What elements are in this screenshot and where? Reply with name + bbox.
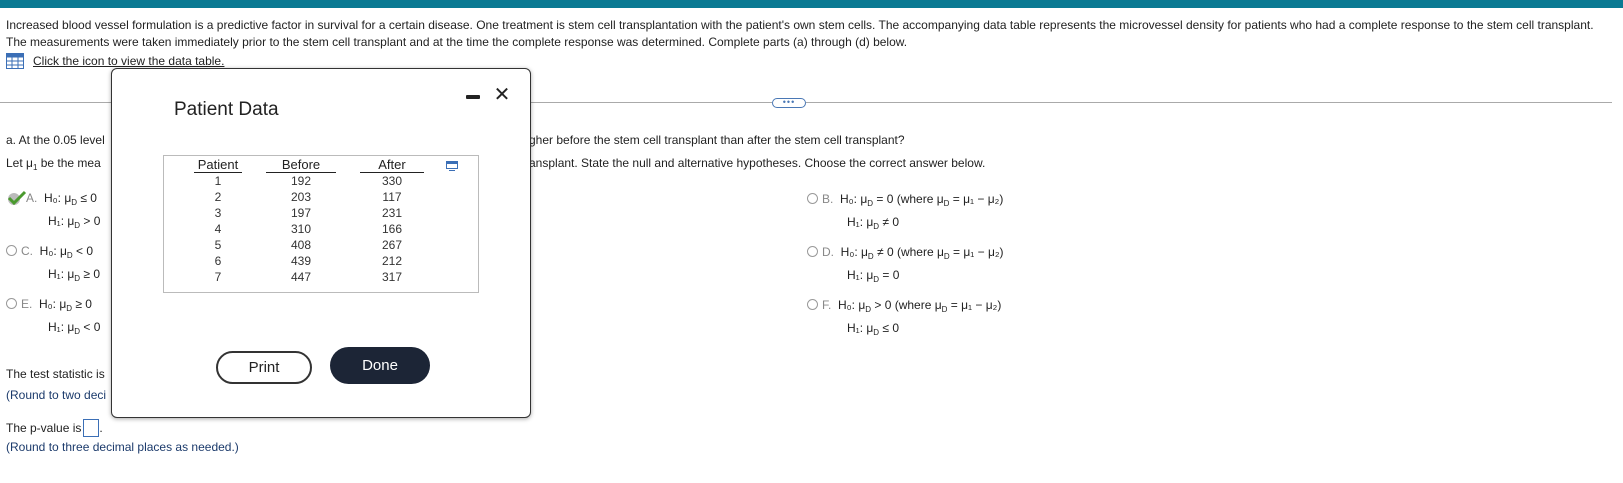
- table-cell: 166: [381, 222, 403, 236]
- radio-e[interactable]: [6, 298, 17, 309]
- part-a-let-left: Let μ1 be the mea: [6, 156, 101, 172]
- p-value-row: The p-value is.: [6, 419, 103, 437]
- table-cell: 4: [214, 222, 222, 236]
- radio-b[interactable]: [807, 193, 818, 204]
- option-a[interactable]: A. H₀: μD ≤ 0 H₁: μD > 0: [26, 189, 100, 235]
- before-column: Before 192 203 197 310 408 439 447: [266, 156, 336, 285]
- table-icon[interactable]: [6, 53, 24, 69]
- option-f[interactable]: F. H₀: μD > 0 (where μD = μ₁ − μ₂) H₁: μ…: [807, 296, 1001, 342]
- option-d[interactable]: D. H₀: μD ≠ 0 (where μD = μ₁ − μ₂) H₁: μ…: [807, 243, 1004, 289]
- table-cell: 117: [382, 190, 402, 204]
- close-icon[interactable]: ✕: [493, 85, 511, 105]
- print-button[interactable]: Print: [216, 351, 312, 384]
- table-cell: 212: [381, 254, 403, 268]
- table-cell: 5: [214, 238, 222, 252]
- part-a-let-right: ansplant. State the null and alternative…: [529, 156, 986, 170]
- option-b[interactable]: B. H₀: μD = 0 (where μD = μ₁ − μ₂) H₁: μ…: [807, 190, 1003, 236]
- copy-table-icon[interactable]: [446, 161, 458, 171]
- test-statistic-label: The test statistic is: [6, 367, 105, 381]
- table-cell: 267: [381, 238, 403, 252]
- test-statistic-hint: (Round to two deci: [6, 388, 107, 402]
- table-cell: 203: [290, 190, 312, 204]
- table-cell: 317: [381, 270, 403, 284]
- table-cell: 3: [214, 206, 222, 220]
- after-column: After 330 117 231 166 267 212 317: [360, 156, 424, 285]
- header-patient: Patient: [194, 156, 242, 173]
- data-table-link-text[interactable]: Click the icon to view the data table.: [33, 54, 224, 68]
- table-cell: 231: [381, 206, 403, 220]
- table-cell: 2: [214, 190, 222, 204]
- table-cell: 7: [214, 270, 222, 284]
- radio-c[interactable]: [6, 245, 17, 256]
- table-cell: 408: [290, 238, 312, 252]
- option-c[interactable]: C. H₀: μD < 0 H₁: μD ≥ 0: [6, 242, 100, 288]
- table-cell: 439: [290, 254, 312, 268]
- header-before: Before: [266, 156, 336, 173]
- dialog-title: Patient Data: [174, 99, 279, 120]
- option-e[interactable]: E. H₀: μD ≥ 0 H₁: μD < 0: [6, 295, 100, 341]
- view-data-table-link[interactable]: Click the icon to view the data table.: [6, 53, 224, 69]
- radio-f[interactable]: [807, 299, 818, 310]
- patient-data-dialog: Patient Data ✕ Patient 1 2 3 4 5 6 7 Bef…: [111, 68, 531, 418]
- part-a-question-left: a. At the 0.05 level: [6, 133, 105, 147]
- section-divider-right: [806, 102, 1612, 103]
- table-cell: 197: [290, 206, 312, 220]
- top-accent-bar: [0, 0, 1623, 8]
- done-button[interactable]: Done: [330, 347, 430, 384]
- part-a-question-right: gher before the stem cell transplant tha…: [529, 133, 905, 147]
- correct-check-icon: [7, 190, 27, 206]
- table-cell: 1: [214, 174, 222, 188]
- table-cell: 330: [381, 174, 403, 188]
- patient-column: Patient 1 2 3 4 5 6 7: [194, 156, 242, 285]
- expand-more-button[interactable]: •••: [772, 98, 806, 108]
- radio-d[interactable]: [807, 246, 818, 257]
- minimize-icon[interactable]: [466, 95, 480, 99]
- table-cell: 192: [290, 174, 312, 188]
- table-cell: 310: [290, 222, 312, 236]
- table-cell: 6: [214, 254, 222, 268]
- p-value-hint: (Round to three decimal places as needed…: [6, 440, 239, 454]
- table-cell: 447: [290, 270, 312, 284]
- header-after: After: [360, 156, 424, 173]
- patient-data-table: Patient 1 2 3 4 5 6 7 Before 192 203 197…: [163, 155, 479, 293]
- problem-statement: Increased blood vessel formulation is a …: [6, 18, 1594, 49]
- p-value-input[interactable]: [83, 419, 100, 437]
